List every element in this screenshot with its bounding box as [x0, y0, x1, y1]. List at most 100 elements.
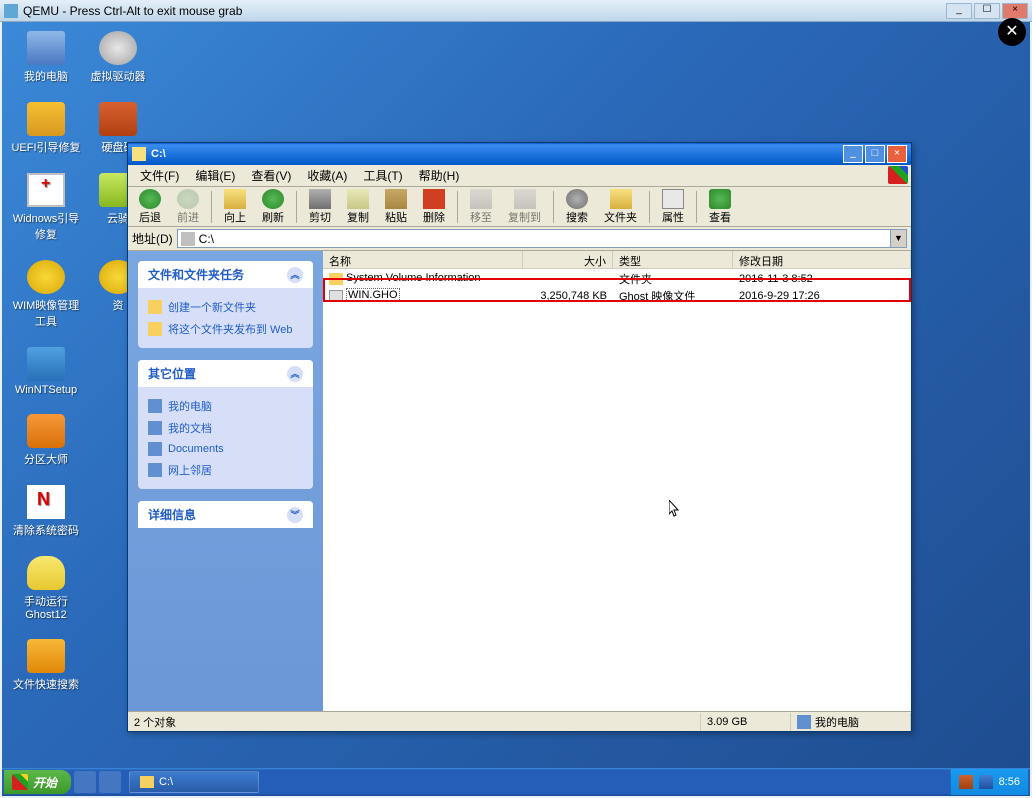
system-tray[interactable]: 8:56	[950, 769, 1028, 795]
column-headers: 名称 大小 类型 修改日期	[323, 251, 911, 269]
desktop-icon[interactable]: 清除系统密码	[10, 485, 82, 538]
prop-icon	[662, 189, 684, 209]
close-button[interactable]: ×	[1002, 3, 1028, 19]
disk-icon	[99, 102, 137, 136]
explorer-titlebar[interactable]: C:\ _ □ ×	[128, 143, 911, 165]
up-icon	[224, 189, 246, 209]
nt-icon	[27, 485, 65, 519]
toolbar-srch-button[interactable]: 搜索	[559, 187, 595, 227]
qemu-titlebar[interactable]: QEMU - Press Ctrl-Alt to exit mouse grab…	[0, 0, 1032, 22]
chevron-up-icon[interactable]: ︽	[287, 267, 303, 283]
minimize-button[interactable]: _	[946, 3, 972, 19]
desktop-icon[interactable]: WinNTSetup	[10, 347, 82, 396]
wim-icon	[27, 260, 65, 294]
view-icon	[709, 189, 731, 209]
quicklaunch-item[interactable]	[99, 771, 121, 793]
menu-item[interactable]: 工具(T)	[355, 165, 410, 186]
tasks-panel: 文件和文件夹任务 ︽ 创建一个新文件夹将这个文件夹发布到 Web	[138, 261, 313, 348]
sidebar-place-item[interactable]: 我的文档	[148, 417, 303, 439]
menu-item[interactable]: 文件(F)	[132, 165, 187, 186]
place-icon	[148, 399, 162, 413]
srch-icon	[566, 189, 588, 209]
start-button[interactable]: 开始	[4, 770, 71, 794]
places-panel-header[interactable]: 其它位置 ︽	[138, 360, 313, 387]
file-list: 名称 大小 类型 修改日期 System Volume Information文…	[323, 251, 911, 711]
explorer-statusbar: 2 个对象 3.09 GB 我的电脑	[128, 711, 911, 731]
col-type[interactable]: 类型	[613, 251, 733, 268]
part-icon	[27, 414, 65, 448]
details-panel-header[interactable]: 详细信息 ︾	[138, 501, 313, 528]
desktop-icon[interactable]: 分区大师	[10, 414, 82, 467]
sidebar-task-item[interactable]: 创建一个新文件夹	[148, 296, 303, 318]
toolbar-refresh-button[interactable]: 刷新	[255, 187, 291, 227]
file-rows[interactable]: System Volume Information文件夹2016-11-3 8:…	[323, 269, 911, 711]
sidebar-place-item[interactable]: 我的电脑	[148, 395, 303, 417]
move-icon	[470, 189, 492, 209]
chevron-down-icon[interactable]: ︾	[287, 507, 303, 523]
status-objects: 2 个对象	[128, 713, 701, 731]
menu-item[interactable]: 查看(V)	[243, 165, 299, 186]
desktop-icon[interactable]: 手动运行Ghost12	[10, 556, 82, 621]
col-name[interactable]: 名称	[323, 251, 523, 268]
task-icon	[148, 300, 162, 314]
desktop-icon[interactable]: 文件快速搜索	[10, 639, 82, 692]
sidebar-place-item[interactable]: Documents	[148, 439, 303, 459]
search-icon	[27, 639, 65, 673]
tasks-panel-header[interactable]: 文件和文件夹任务 ︽	[138, 261, 313, 288]
maximize-button[interactable]: □	[865, 145, 885, 163]
desktop-icon[interactable]: 我的电脑	[10, 31, 82, 84]
toolbar-paste-button[interactable]: 粘贴	[378, 187, 414, 227]
toolbar-copy-button[interactable]: 复制	[340, 187, 376, 227]
explorer-sidebar: 文件和文件夹任务 ︽ 创建一个新文件夹将这个文件夹发布到 Web 其它位置 ︽ …	[128, 251, 323, 711]
col-date[interactable]: 修改日期	[733, 251, 911, 268]
tray-icon[interactable]	[979, 775, 993, 789]
toolbar-cut-button[interactable]: 剪切	[302, 187, 338, 227]
toolbar-view-button[interactable]: 查看	[702, 187, 738, 227]
status-location: 我的电脑	[791, 713, 911, 731]
quicklaunch-item[interactable]	[74, 771, 96, 793]
explorer-toolbar: 后退前进向上刷新剪切复制粘贴删除移至复制到搜索文件夹属性查看	[128, 187, 911, 227]
chevron-up-icon[interactable]: ︽	[287, 366, 303, 382]
folder-icon	[329, 273, 343, 285]
copy-icon	[347, 189, 369, 209]
toolbar-fwd-button: 前进	[170, 187, 206, 227]
desktop-icon[interactable]: Widnows引导修复	[10, 173, 82, 242]
toolbar-prop-button[interactable]: 属性	[655, 187, 691, 227]
desktop-icon[interactable]: UEFI引导修复	[10, 102, 82, 155]
explorer-window: C:\ _ □ × 文件(F)编辑(E)查看(V)收藏(A)工具(T)帮助(H)…	[127, 142, 912, 732]
toolbar-del-button[interactable]: 删除	[416, 187, 452, 227]
menu-item[interactable]: 编辑(E)	[187, 165, 243, 186]
col-size[interactable]: 大小	[523, 251, 613, 268]
computer-icon	[27, 31, 65, 65]
tray-icon[interactable]	[959, 775, 973, 789]
sidebar-task-item[interactable]: 将这个文件夹发布到 Web	[148, 318, 303, 340]
sidebar-place-item[interactable]: 网上邻居	[148, 459, 303, 481]
address-dropdown[interactable]: ▼	[891, 229, 907, 248]
taskbar-item[interactable]: C:\	[129, 771, 259, 793]
minimize-button[interactable]: _	[843, 145, 863, 163]
file-row[interactable]: System Volume Information文件夹2016-11-3 8:…	[323, 270, 911, 287]
desktop-icon[interactable]: 虚拟驱动器	[82, 31, 154, 84]
maximize-button[interactable]: ☐	[974, 3, 1000, 19]
overlay-close-button[interactable]: ✕	[998, 18, 1026, 46]
menu-item[interactable]: 帮助(H)	[411, 165, 468, 186]
qemu-title: QEMU - Press Ctrl-Alt to exit mouse grab	[23, 4, 242, 18]
explorer-body: 文件和文件夹任务 ︽ 创建一个新文件夹将这个文件夹发布到 Web 其它位置 ︽ …	[128, 251, 911, 711]
menu-item[interactable]: 收藏(A)	[299, 165, 355, 186]
toolbar-fold-button[interactable]: 文件夹	[597, 187, 644, 227]
address-input[interactable]: C:\	[177, 229, 891, 248]
clock[interactable]: 8:56	[999, 776, 1020, 788]
desktop[interactable]: 我的电脑虚拟驱动器UEFI引导修复硬盘碎Widnows引导修复云骑WIM映像管理…	[2, 22, 1030, 796]
file-row[interactable]: WIN.GHO3,250,748 KBGhost 映像文件2016-9-29 1…	[323, 287, 911, 304]
places-panel: 其它位置 ︽ 我的电脑我的文档Documents网上邻居	[138, 360, 313, 489]
drive-icon	[181, 232, 195, 246]
explorer-menubar: 文件(F)编辑(E)查看(V)收藏(A)工具(T)帮助(H)	[128, 165, 911, 187]
ntsetup-icon	[27, 347, 65, 381]
toolbar-back-button[interactable]: 后退	[132, 187, 168, 227]
cut-icon	[309, 189, 331, 209]
cpto-icon	[514, 189, 536, 209]
toolbar-up-button[interactable]: 向上	[217, 187, 253, 227]
desktop-icon[interactable]: WIM映像管理工具	[10, 260, 82, 329]
place-icon	[148, 421, 162, 435]
close-button[interactable]: ×	[887, 145, 907, 163]
